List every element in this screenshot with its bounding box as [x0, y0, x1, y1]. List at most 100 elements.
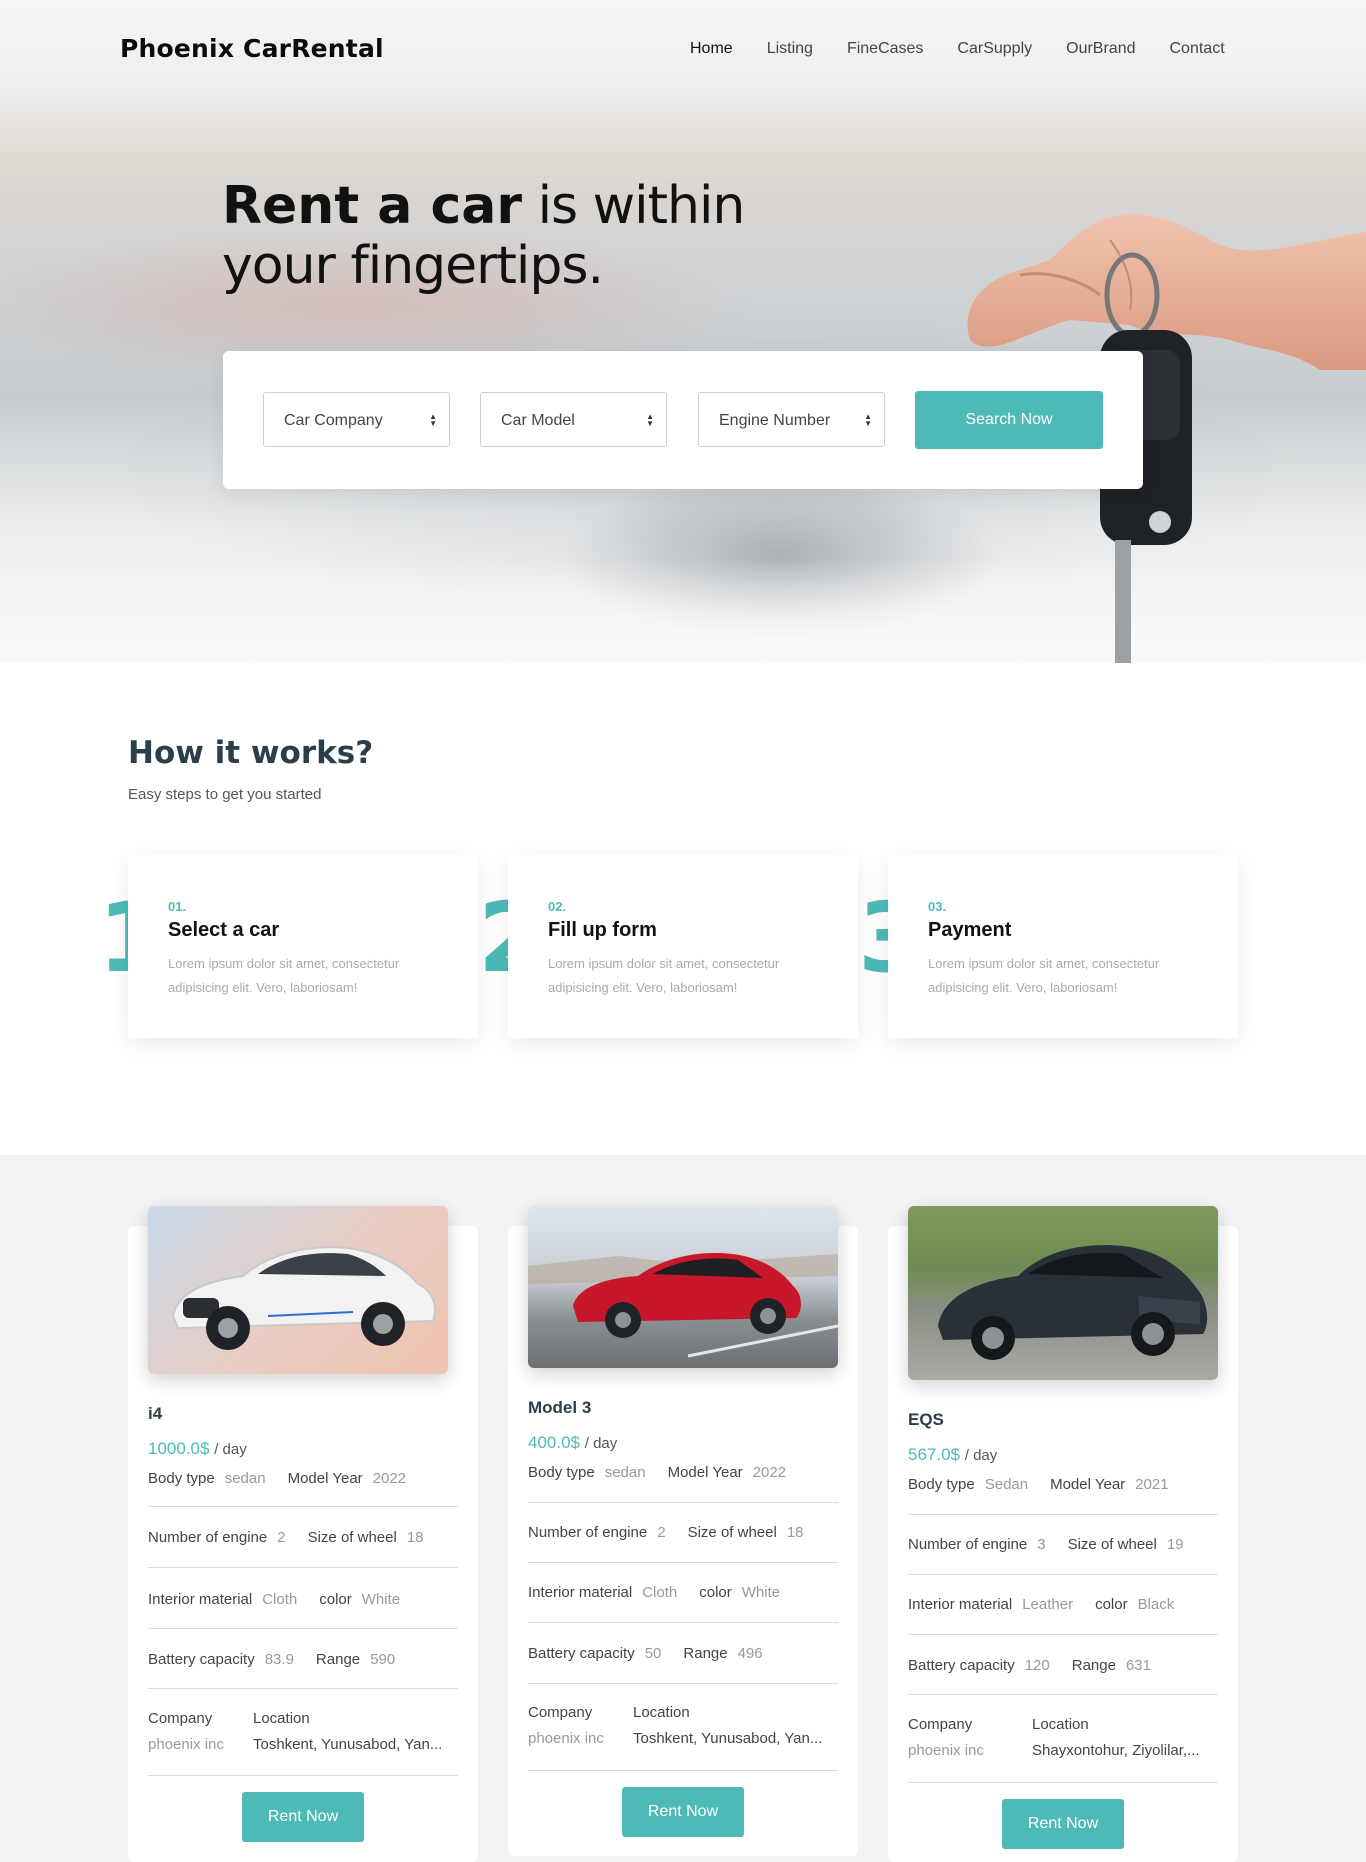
spec-label: color	[1095, 1596, 1128, 1613]
spec-row: Number of engine 2 Size of wheel 18	[148, 1529, 446, 1546]
spec-row: Number of engine 3 Size of wheel 19	[908, 1536, 1206, 1553]
spec-label: Location	[633, 1704, 690, 1721]
car-price: 567.0$ / day	[908, 1445, 997, 1465]
per-day-label: / day	[214, 1441, 247, 1458]
nav-contact[interactable]: Contact	[1170, 40, 1225, 58]
step-card-select-car: 01. Select a car Lorem ipsum dolor sit a…	[128, 855, 478, 1038]
spec-value: 631	[1125, 1657, 1151, 1674]
rent-now-button[interactable]: Rent Now	[242, 1792, 364, 1842]
spec-value: 18	[786, 1524, 804, 1541]
spec-value: 18	[406, 1529, 424, 1546]
spec-value: phoenix inc	[528, 1730, 604, 1747]
divider	[908, 1634, 1218, 1635]
spec-label: Model Year	[287, 1470, 363, 1487]
spec-row: Interior material Cloth color White	[148, 1591, 422, 1608]
car-image-model-3	[528, 1206, 838, 1368]
spec-value: White	[741, 1584, 781, 1601]
nav-carsupply[interactable]: CarSupply	[957, 40, 1032, 58]
company-block: Company phoenix inc	[528, 1700, 604, 1752]
headline-line2: your fingertips.	[222, 236, 604, 296]
spec-value: 3	[1037, 1536, 1046, 1553]
divider	[908, 1574, 1218, 1575]
nav-finecases[interactable]: FineCases	[847, 40, 923, 58]
car-illustration-icon	[528, 1252, 838, 1358]
how-it-works-subtitle: Easy steps to get you started	[128, 786, 322, 803]
spec-label: Company	[528, 1704, 593, 1721]
spec-label: Number of engine	[908, 1536, 1028, 1553]
spec-value: 120	[1024, 1657, 1050, 1674]
spec-value: Cloth	[642, 1584, 678, 1601]
spec-value: White	[361, 1591, 401, 1608]
spec-value: 2021	[1135, 1476, 1169, 1493]
rent-now-button[interactable]: Rent Now	[1002, 1799, 1124, 1849]
spec-value: phoenix inc	[908, 1742, 984, 1759]
spec-label: Body type	[908, 1476, 975, 1493]
nav-listing[interactable]: Listing	[767, 40, 813, 58]
hero-headline: Rent a car is within your fingertips.	[222, 176, 745, 296]
spec-label: Location	[1032, 1716, 1089, 1733]
car-model-select[interactable]: Car Model ▲ ▼	[480, 392, 667, 447]
step-title: Payment	[928, 919, 1012, 941]
spec-value: sedan	[604, 1464, 646, 1481]
search-panel: Car Company ▲ ▼ Car Model ▲ ▼ Engine Numbe…	[223, 351, 1143, 489]
car-price-value: 567.0$	[908, 1445, 960, 1464]
car-illustration-icon	[171, 1246, 436, 1350]
car-company-select[interactable]: Car Company ▲ ▼	[263, 392, 450, 447]
spec-value: 2	[277, 1529, 286, 1546]
spec-label: Model Year	[1050, 1476, 1126, 1493]
per-day-label: / day	[964, 1447, 998, 1464]
spec-label: Number of engine	[148, 1529, 268, 1546]
spec-value: 2022	[372, 1470, 407, 1487]
engine-number-select-value: Engine Number	[719, 412, 831, 429]
rent-now-button[interactable]: Rent Now	[622, 1787, 744, 1837]
select-arrows-icon: ▲ ▼	[864, 412, 872, 428]
engine-number-select[interactable]: Engine Number ▲ ▼	[698, 392, 885, 447]
spec-row: Number of engine 2 Size of wheel 18	[528, 1524, 826, 1541]
spec-label: Size of wheel	[307, 1529, 397, 1546]
step-text: Lorem ipsum dolor sit amet, consectetur …	[928, 956, 1160, 995]
step-number: 03.	[928, 899, 947, 914]
spec-label: Range	[683, 1645, 728, 1662]
step-card-fill-form: 02. Fill up form Lorem ipsum dolor sit a…	[508, 855, 858, 1038]
spec-label: Size of wheel	[687, 1524, 777, 1541]
spec-row: Battery capacity 83.9 Range 590	[148, 1651, 417, 1668]
location-block: Location Toshkent, Yunusabod, Yan...	[253, 1706, 442, 1758]
site-logo[interactable]: Phoenix CarRental	[120, 34, 384, 63]
how-it-works-title: How it works?	[128, 735, 374, 771]
spec-row: Battery capacity 120 Range 631	[908, 1657, 1173, 1674]
spec-row: Body type sedan Model Year 2022	[528, 1464, 808, 1481]
divider	[528, 1502, 838, 1503]
divider	[908, 1514, 1218, 1515]
divider	[148, 1628, 458, 1629]
spec-value: Leather	[1022, 1596, 1074, 1613]
spec-value: Shayxontohur, Ziyolilar,...	[1032, 1742, 1200, 1759]
spec-value: 2	[657, 1524, 666, 1541]
search-now-button[interactable]: Search Now	[915, 391, 1103, 449]
nav-ourbrand[interactable]: OurBrand	[1066, 40, 1135, 58]
spec-value: 590	[370, 1651, 396, 1668]
spec-value: Toshkent, Yunusabod, Yan...	[633, 1730, 823, 1747]
spec-label: Size of wheel	[1067, 1536, 1157, 1553]
car-model-select-value: Car Model	[501, 412, 575, 429]
spec-row: Interior material Leather color Black	[908, 1596, 1196, 1613]
location-block: Location Toshkent, Yunusabod, Yan...	[633, 1700, 822, 1752]
step-title: Select a car	[168, 919, 280, 941]
divider	[148, 1775, 458, 1776]
spec-label: Battery capacity	[908, 1657, 1015, 1674]
headline-bold: Rent a car	[222, 176, 523, 236]
spec-label: Body type	[148, 1470, 215, 1487]
nav-home[interactable]: Home	[690, 40, 733, 58]
spec-value: Sedan	[984, 1476, 1029, 1493]
step-number: 02.	[548, 899, 567, 914]
car-price-value: 400.0$	[528, 1433, 580, 1452]
car-price-value: 1000.0$	[148, 1439, 210, 1458]
spec-label: Location	[253, 1710, 310, 1727]
company-block: Company phoenix inc	[148, 1706, 224, 1758]
divider	[148, 1567, 458, 1568]
spec-value: 50	[644, 1645, 662, 1662]
hero-section: Phoenix CarRental Home Listing FineCases…	[0, 0, 1366, 663]
spec-value: Cloth	[262, 1591, 298, 1608]
spec-label: Company	[148, 1710, 213, 1727]
spec-label: Number of engine	[528, 1524, 648, 1541]
spec-label: Model Year	[667, 1464, 743, 1481]
